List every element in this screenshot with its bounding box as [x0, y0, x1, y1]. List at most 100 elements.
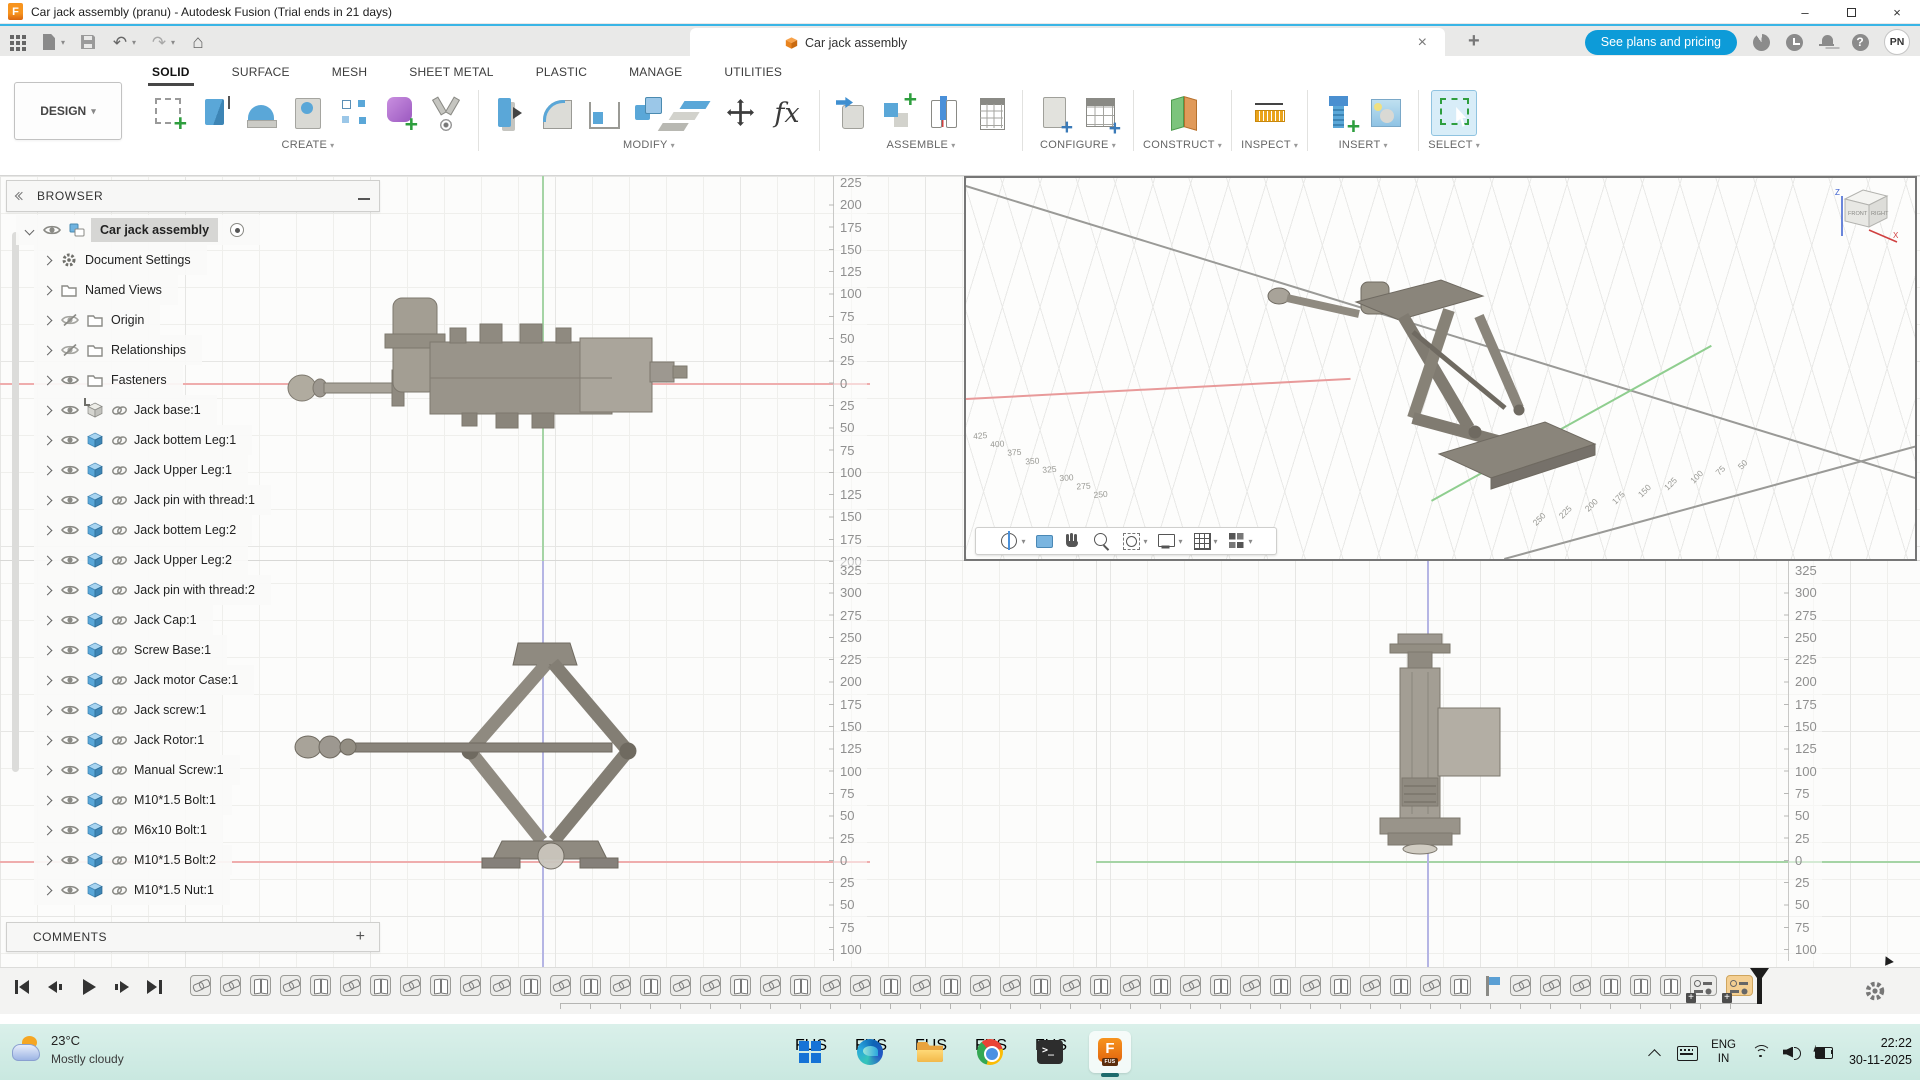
timeline-feature-icon[interactable]	[1180, 975, 1201, 996]
timeline-feature-icon[interactable]	[700, 975, 721, 996]
bom-icon[interactable]	[967, 90, 1013, 136]
expand-arrow-icon[interactable]	[43, 465, 53, 475]
timeline-feature-icon[interactable]	[1120, 975, 1141, 996]
timeline-feature-icon[interactable]	[850, 975, 871, 996]
fit-icon[interactable]	[1121, 531, 1141, 551]
expand-arrow-icon[interactable]	[43, 705, 53, 715]
tree-row[interactable]: Origin	[34, 305, 160, 335]
timeline-feature-icon[interactable]	[1510, 975, 1531, 996]
expand-arrow-icon[interactable]	[43, 345, 53, 355]
timeline-feature-icon[interactable]	[1060, 975, 1081, 996]
expand-arrow-icon[interactable]	[43, 555, 53, 565]
timeline-feature-icon[interactable]	[1240, 975, 1261, 996]
tree-row[interactable]: Jack Cap:1	[34, 605, 213, 635]
minimize-button[interactable]: –	[1782, 0, 1828, 24]
insert-link-icon[interactable]	[829, 90, 875, 136]
timeline-feature-icon[interactable]	[280, 975, 301, 996]
combine-icon[interactable]	[626, 90, 672, 136]
select-window-icon[interactable]	[1431, 90, 1477, 136]
app-grid-icon[interactable]	[8, 33, 26, 51]
offset-face-icon[interactable]	[672, 90, 718, 136]
visibility-eye-icon[interactable]	[43, 224, 62, 236]
shell-icon[interactable]	[580, 90, 626, 136]
tree-row[interactable]: Manual Screw:1	[34, 755, 240, 785]
ribbon-tab[interactable]: PLASTIC	[534, 62, 589, 86]
tree-row[interactable]: M10*1.5 Bolt:1	[34, 785, 232, 815]
step-forward-icon[interactable]	[113, 978, 131, 996]
pipe-icon[interactable]	[423, 90, 469, 136]
look-at-icon[interactable]	[1034, 531, 1054, 551]
timeline-feature-icon[interactable]	[1150, 975, 1171, 996]
help-icon[interactable]	[1851, 33, 1869, 51]
tree-row[interactable]: Fasteners	[34, 365, 183, 395]
visibility-eye-icon[interactable]	[61, 464, 80, 476]
visibility-eye-icon[interactable]	[61, 314, 80, 326]
browser-scrollbar[interactable]	[12, 232, 19, 772]
group-label-inspect[interactable]: INSPECT	[1241, 139, 1298, 151]
timeline-feature-icon[interactable]	[1270, 975, 1291, 996]
joint-icon[interactable]	[921, 90, 967, 136]
job-status-icon[interactable]	[1752, 33, 1770, 51]
expand-arrow-icon[interactable]	[43, 585, 53, 595]
timeline-feature-icon[interactable]	[190, 975, 211, 996]
config-table-icon[interactable]	[1078, 90, 1124, 136]
timeline-feature-icon[interactable]	[1480, 975, 1501, 996]
timeline-feature-icon[interactable]	[820, 975, 841, 996]
close-button[interactable]: ×	[1874, 0, 1920, 24]
volume-icon[interactable]	[1783, 1043, 1802, 1062]
expand-arrow-icon[interactable]	[43, 645, 53, 655]
visibility-eye-icon[interactable]	[61, 794, 80, 806]
hole-icon[interactable]	[285, 90, 331, 136]
timeline-feature-icon[interactable]	[310, 975, 331, 996]
ribbon-tab[interactable]: MESH	[330, 62, 369, 86]
timeline-feature-icon[interactable]	[1540, 975, 1561, 996]
tree-row[interactable]: Jack pin with thread:2	[34, 575, 271, 605]
chrome-icon[interactable]: FUS	[975, 1037, 1005, 1067]
visibility-eye-icon[interactable]	[61, 494, 80, 506]
tree-row[interactable]: Car jack assembly	[16, 215, 260, 245]
expand-arrow-icon[interactable]	[43, 795, 53, 805]
fusion-icon[interactable]: FUS	[1095, 1037, 1125, 1067]
tree-row[interactable]: Named Views	[34, 275, 178, 305]
tree-row[interactable]: Screw Base:1	[34, 635, 227, 665]
tree-row[interactable]: Jack base:1	[34, 395, 217, 425]
timeline-feature-icon[interactable]	[580, 975, 601, 996]
group-label-configure[interactable]: CONFIGURE	[1040, 139, 1116, 151]
fillet-icon[interactable]	[534, 90, 580, 136]
redo-icon[interactable]	[150, 33, 168, 51]
timeline-feature-icon[interactable]	[1690, 975, 1717, 996]
tree-row[interactable]: Relationships	[34, 335, 202, 365]
measure-icon[interactable]	[1247, 90, 1293, 136]
group-label-create[interactable]: CREATE	[282, 139, 335, 151]
ribbon-tab[interactable]: SURFACE	[230, 62, 292, 86]
group-label-modify[interactable]: MODIFY	[623, 139, 675, 151]
timeline-feature-icon[interactable]	[880, 975, 901, 996]
history-icon[interactable]	[1785, 33, 1803, 51]
comments-bar[interactable]: COMMENTS +	[6, 922, 380, 952]
tray-chevron-icon[interactable]	[1645, 1043, 1664, 1062]
timeline-feature-icon[interactable]	[1090, 975, 1111, 996]
tab-close-icon[interactable]: ×	[1418, 34, 1427, 52]
timeline-feature-icon[interactable]	[1390, 975, 1411, 996]
timeline-feature-icon[interactable]	[1330, 975, 1351, 996]
visibility-eye-icon[interactable]	[61, 764, 80, 776]
play-icon[interactable]	[80, 978, 98, 996]
sketch-icon[interactable]	[147, 90, 193, 136]
orbit-icon[interactable]	[999, 531, 1019, 551]
expand-arrow-icon[interactable]	[43, 675, 53, 685]
construction-plane-icon[interactable]	[1160, 90, 1206, 136]
visibility-eye-icon[interactable]	[61, 824, 80, 836]
timeline-feature-icon[interactable]	[1360, 975, 1381, 996]
tree-row[interactable]: Jack screw:1	[34, 695, 222, 725]
save-icon[interactable]	[79, 33, 97, 51]
timeline-feature-icon[interactable]	[1420, 975, 1441, 996]
visibility-eye-icon[interactable]	[61, 704, 80, 716]
battery-icon[interactable]	[1815, 1043, 1834, 1062]
timeline-feature-icon[interactable]	[340, 975, 361, 996]
timeline-feature-icon[interactable]	[910, 975, 931, 996]
minimize-panel-icon[interactable]	[349, 187, 379, 205]
grid-icon[interactable]	[1192, 531, 1212, 551]
avatar[interactable]: PN	[1884, 29, 1910, 55]
group-label-assemble[interactable]: ASSEMBLE	[886, 139, 955, 151]
visibility-eye-icon[interactable]	[61, 734, 80, 746]
